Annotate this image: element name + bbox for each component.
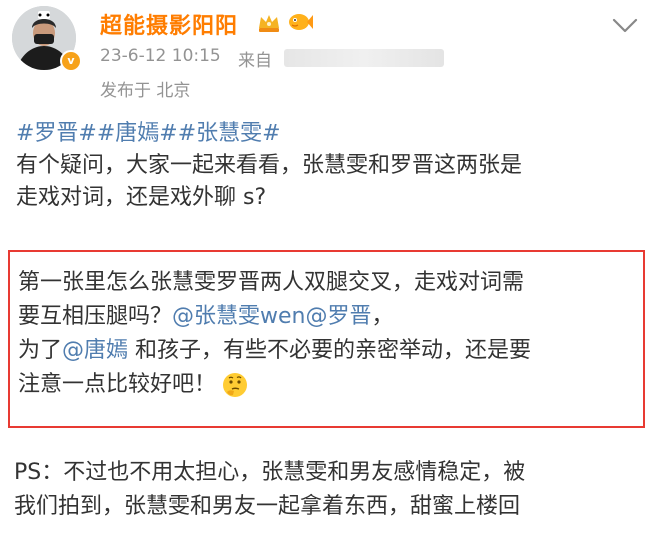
content-line: 有个疑问，大家一起来看看，张慧雯和罗晋这两张是 <box>16 153 523 178</box>
chevron-down-icon[interactable] <box>610 14 640 36</box>
post-source-blurred <box>284 49 444 67</box>
highlighted-text: 第一张里怎么张慧雯罗晋两人双腿交叉，走戏对词需 要互相压腿吗？@张慧雯wen@罗… <box>18 266 638 402</box>
crown-icon[interactable] <box>257 12 281 34</box>
post-time: 23-6-12 10:15 <box>100 46 221 66</box>
highlight-text-segment: 和孩子，有些不必要的亲密举动，还是要 <box>128 338 532 363</box>
highlight-line: 第一张里怎么张慧雯罗晋两人双腿交叉，走戏对词需 <box>18 270 525 295</box>
highlight-text-segment: 为了 <box>18 338 63 363</box>
topic-link[interactable]: #罗晋# <box>16 121 97 146</box>
highlight-line: 要互相压腿吗？@张慧雯wen@罗晋， <box>18 300 638 334</box>
highlight-text-segment: ， <box>371 304 394 329</box>
post-source-label: 来自 <box>238 51 272 71</box>
mention-link[interactable]: @唐嫣 <box>62 338 128 363</box>
ps-text: PS：不过也不用太担心，张慧雯和男友感情稳定，被 我们拍到，张慧雯和男友一起拿着… <box>14 456 650 524</box>
verified-badge: v <box>60 50 82 72</box>
content-line: 走戏对词，还是戏外聊 s? <box>16 185 267 210</box>
ps-line: 我们拍到，张慧雯和男友一起拿着东西，甜蜜上楼回 <box>14 494 521 519</box>
mention-link[interactable]: @张慧雯wen <box>172 304 305 329</box>
fish-icon[interactable] <box>286 10 314 34</box>
highlight-text-segment: 注意一点比较好吧！ <box>18 372 217 397</box>
username[interactable]: 超能摄影阳阳 <box>100 8 238 40</box>
topic-link[interactable]: #唐嫣# <box>97 121 178 146</box>
topic-line: #罗晋##唐嫣##张慧雯# <box>16 118 646 150</box>
post-content: #罗晋##唐嫣##张慧雯# 有个疑问，大家一起来看看，张慧雯和罗晋这两张是 走戏… <box>16 118 646 214</box>
post-location: 发布于 北京 <box>100 81 191 101</box>
ps-line: PS：不过也不用太担心，张慧雯和男友感情稳定，被 <box>14 460 526 485</box>
highlight-text-segment: 要互相压腿吗？ <box>18 304 173 329</box>
topic-link[interactable]: #张慧雯# <box>178 121 281 146</box>
thinking-face-emoji <box>223 373 248 397</box>
highlight-line: 为了@唐嫣 和孩子，有些不必要的亲密举动，还是要 <box>18 334 638 368</box>
highlight-line: 注意一点比较好吧！ <box>18 368 638 402</box>
mention-link[interactable]: @罗晋 <box>306 304 372 329</box>
